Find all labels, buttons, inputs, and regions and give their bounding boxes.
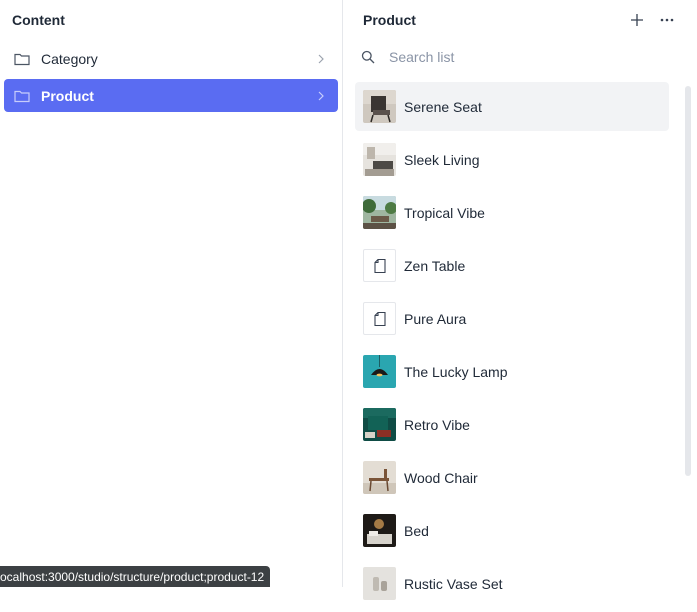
list-item-title: Bed: [404, 522, 429, 539]
ellipsis-icon[interactable]: [657, 10, 677, 30]
search-bar[interactable]: [355, 40, 685, 74]
menu-item-label: Category: [41, 50, 98, 67]
list-item[interactable]: Rustic Vase Set: [355, 559, 669, 608]
list-item[interactable]: The Lucky Lamp: [355, 347, 669, 396]
product-thumbnail: [363, 143, 396, 176]
list-scrollbar[interactable]: [685, 86, 691, 476]
search-icon: [361, 49, 377, 65]
content-pane-title: Content: [12, 12, 65, 28]
content-menu: Category Product: [0, 40, 342, 118]
list-item-title: Serene Seat: [404, 98, 482, 115]
product-thumbnail: [363, 461, 396, 494]
list-item[interactable]: Zen Table: [355, 241, 669, 290]
plus-icon[interactable]: [627, 10, 647, 30]
product-thumbnail: [363, 196, 396, 229]
list-item-title: Pure Aura: [404, 310, 467, 327]
product-thumbnail: [363, 408, 396, 441]
folder-icon: [14, 87, 32, 105]
product-thumbnail: [363, 567, 396, 600]
search-input[interactable]: [387, 48, 651, 66]
chevron-right-icon: [314, 52, 328, 66]
product-pane: Product Search list Serene Seat Sleek Li…: [343, 0, 697, 600]
list-item-title: Zen Table: [404, 257, 466, 274]
menu-item-product[interactable]: Product: [4, 79, 338, 112]
product-thumbnail: [363, 514, 396, 547]
product-pane-header: Product: [343, 0, 697, 40]
product-list: Serene Seat Sleek Living Tropical Vibe Z…: [355, 82, 669, 612]
list-item-title: The Lucky Lamp: [404, 363, 508, 380]
list-item[interactable]: Bed: [355, 506, 669, 555]
list-item-title: Retro Vibe: [404, 416, 470, 433]
menu-item-category[interactable]: Category: [4, 42, 338, 75]
list-item-title: Rustic Vase Set: [404, 575, 503, 592]
document-icon: [363, 302, 396, 335]
content-pane: Content Category Product: [0, 0, 343, 587]
product-pane-title: Product: [363, 12, 416, 28]
list-item[interactable]: Wood Chair: [355, 453, 669, 502]
link-url-status: ocalhost:3000/studio/structure/product;p…: [0, 566, 271, 587]
link-url-text: ocalhost:3000/studio/structure/product;p…: [0, 569, 265, 584]
folder-icon: [14, 50, 32, 68]
product-thumbnail: [363, 90, 396, 123]
list-item[interactable]: Serene Seat: [355, 82, 669, 131]
chevron-right-icon: [314, 89, 328, 103]
list-item[interactable]: Sleek Living: [355, 135, 669, 184]
list-item[interactable]: Pure Aura: [355, 294, 669, 343]
header-actions: [627, 10, 677, 30]
product-thumbnail: [363, 355, 396, 388]
list-item-title: Wood Chair: [404, 469, 478, 486]
list-item[interactable]: Retro Vibe: [355, 400, 669, 449]
menu-item-label: Product: [41, 87, 94, 104]
document-icon: [363, 249, 396, 282]
list-item-title: Sleek Living: [404, 151, 480, 168]
list-item-title: Tropical Vibe: [404, 204, 485, 221]
list-item[interactable]: Tropical Vibe: [355, 188, 669, 237]
content-pane-header: Content: [0, 0, 342, 40]
